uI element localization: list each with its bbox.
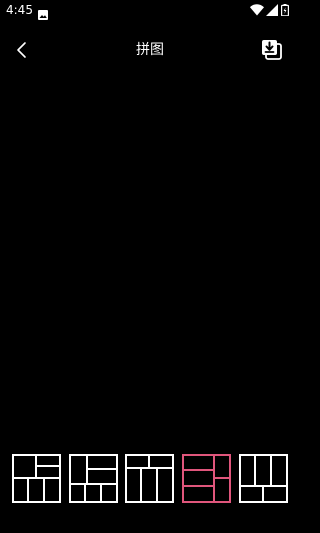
collage-canvas[interactable] — [0, 72, 300, 442]
layout-strip — [0, 450, 300, 506]
status-bar: 4:45 — [0, 0, 300, 22]
screen: 4:45 拼图 — [0, 0, 300, 533]
toolbar: 拼图 — [0, 30, 300, 70]
gallery-icon — [38, 5, 48, 20]
signal-icon — [266, 4, 278, 16]
status-icons — [250, 4, 294, 16]
status-time: 4:45 — [6, 3, 33, 17]
layout-option-3[interactable] — [125, 454, 174, 503]
save-button[interactable] — [260, 38, 284, 62]
save-download-icon — [262, 40, 282, 60]
layout-option-4-selected[interactable] — [182, 454, 231, 503]
wifi-icon — [250, 4, 264, 16]
layout-option-2[interactable] — [69, 454, 118, 503]
layout-option-1[interactable] — [12, 454, 61, 503]
layout-option-5[interactable] — [239, 454, 288, 503]
page-title: 拼图 — [136, 42, 164, 58]
battery-icon — [281, 4, 289, 16]
